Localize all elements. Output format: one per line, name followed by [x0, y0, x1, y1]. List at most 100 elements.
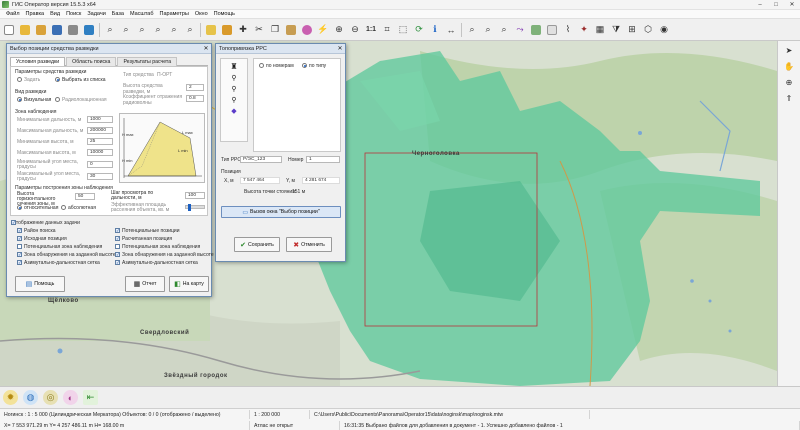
help-button[interactable]: ▤ Помощь: [15, 276, 65, 292]
new-object-icon[interactable]: [204, 23, 218, 37]
maximize-button[interactable]: □: [768, 0, 784, 10]
radio-absolute[interactable]: [61, 205, 66, 210]
minimize-button[interactable]: –: [752, 0, 768, 10]
rrs-y-field[interactable]: 4 281 674: [302, 177, 340, 184]
add-point-icon[interactable]: ✚: [236, 23, 250, 37]
cancel-button[interactable]: ✖ Отменить: [286, 237, 332, 252]
report-button[interactable]: ▦ Отчет: [125, 276, 165, 292]
position-icon[interactable]: ◎: [43, 390, 58, 405]
menu-edit[interactable]: Правка: [23, 11, 48, 17]
position-dialog-close-button[interactable]: ✕: [201, 45, 211, 52]
palette-tool-icon[interactable]: ◐: [63, 390, 78, 405]
tab-conditions[interactable]: Условия разведки: [10, 57, 66, 66]
rrs-number-field[interactable]: 1: [306, 156, 340, 163]
ruler-icon[interactable]: ⊞: [625, 23, 639, 37]
menu-database[interactable]: База: [109, 11, 127, 17]
chk-detection-zone-left[interactable]: ✓: [17, 252, 22, 257]
palette-icon[interactable]: [300, 23, 314, 37]
atlas-icon[interactable]: [545, 23, 559, 37]
rrs-symbol-list[interactable]: ♜ ⚲ ⚲ ⚲ ◆: [220, 58, 248, 142]
step-field[interactable]: 100: [185, 192, 205, 199]
zone-max-angle-field[interactable]: 30: [87, 173, 113, 180]
zoom-icon[interactable]: ⊕: [782, 76, 796, 89]
menu-view[interactable]: Вид: [47, 11, 63, 17]
filter-icon[interactable]: ⧩: [609, 23, 623, 37]
rrs-symbol-5-icon[interactable]: ◆: [231, 107, 236, 115]
print-icon[interactable]: [66, 23, 80, 37]
eff-slider[interactable]: [185, 204, 205, 211]
terrain-icon[interactable]: [529, 23, 543, 37]
rrs-symbol-4-icon[interactable]: ⚲: [231, 96, 236, 104]
chk-detection-zone-right[interactable]: ✓: [115, 252, 120, 257]
zone-max-range-field[interactable]: 200000: [87, 127, 113, 134]
save-button[interactable]: ✔ Сохранить: [234, 237, 280, 252]
camera-icon[interactable]: ◉: [657, 23, 671, 37]
zone-min-angle-field[interactable]: 0: [87, 161, 113, 168]
polygon-icon[interactable]: ⬡: [641, 23, 655, 37]
info-icon[interactable]: ℹ: [428, 23, 442, 37]
chk-potential-zone-right[interactable]: [115, 244, 120, 249]
radio-select-from-list[interactable]: [55, 77, 60, 82]
binoculars-object-icon[interactable]: ⌕: [183, 23, 197, 37]
radio-relative[interactable]: [17, 205, 22, 210]
menu-tasks[interactable]: Задачи: [84, 11, 108, 17]
zone-max-height-field[interactable]: 10000: [87, 149, 113, 156]
north-icon[interactable]: ⇑: [782, 92, 796, 105]
rrs-symbol-3-icon[interactable]: ⚲: [231, 85, 236, 93]
chk-calculated-position[interactable]: ✓: [115, 236, 120, 241]
binoculars-plus-icon[interactable]: ⌕: [119, 23, 133, 37]
open-map-icon[interactable]: [34, 23, 48, 37]
close-button[interactable]: ✕: [784, 0, 800, 10]
zoom-fit-icon[interactable]: ⌗: [380, 23, 394, 37]
paste-icon[interactable]: [284, 23, 298, 37]
coef-field[interactable]: 0.8: [186, 95, 204, 102]
new-document-icon[interactable]: [2, 23, 16, 37]
rrs-symbol-icon[interactable]: ♜: [230, 62, 237, 71]
select-region-icon[interactable]: ⬚: [396, 23, 410, 37]
rrs-x-field[interactable]: 7 547 464: [240, 177, 280, 184]
call-position-dialog-button[interactable]: ▭ Вызов окна "Выбор позиции": [221, 206, 341, 218]
zone-min-height-field[interactable]: 25: [87, 138, 113, 145]
search-coords-icon[interactable]: ⌕: [497, 23, 511, 37]
radio-radar[interactable]: [55, 97, 60, 102]
layers-icon[interactable]: [82, 23, 96, 37]
menu-file[interactable]: Файл: [3, 11, 23, 17]
build-height-field[interactable]: 50: [75, 193, 95, 200]
rrs-symbol-2-icon[interactable]: ⚲: [231, 74, 236, 82]
copy-icon[interactable]: ❐: [268, 23, 282, 37]
rrs-dialog-close-button[interactable]: ✕: [335, 45, 345, 52]
chk-potential-positions[interactable]: ✓: [115, 228, 120, 233]
menu-parameters[interactable]: Параметры: [157, 11, 192, 17]
table-icon[interactable]: ▦: [593, 23, 607, 37]
menu-help[interactable]: Помощь: [211, 11, 238, 17]
zone-min-range-field[interactable]: 1000: [87, 116, 113, 123]
open-folder-icon[interactable]: [18, 23, 32, 37]
menu-scale[interactable]: Масштаб: [127, 11, 157, 17]
chk-initial-position[interactable]: ✓: [17, 236, 22, 241]
tab-results[interactable]: Результаты расчета: [117, 57, 178, 66]
display-master-checkbox[interactable]: ✓: [11, 220, 16, 225]
edit-object-icon[interactable]: [220, 23, 234, 37]
chk-azimuth-grid-left[interactable]: ✓: [17, 260, 22, 265]
zoom-in-icon[interactable]: ⊕: [332, 23, 346, 37]
chk-potential-zone-left[interactable]: [17, 244, 22, 249]
globe-icon[interactable]: ◍: [23, 390, 38, 405]
wand-icon[interactable]: ✦: [577, 23, 591, 37]
binoculars-area-icon[interactable]: ⌕: [151, 23, 165, 37]
lightbulb-icon[interactable]: ✹: [3, 390, 18, 405]
hand-icon[interactable]: ✋: [782, 60, 796, 73]
scale-one-to-one-button[interactable]: 1:1: [364, 26, 378, 33]
binoculars-select-icon[interactable]: ⌕: [135, 23, 149, 37]
pointer-icon[interactable]: ➤: [782, 44, 796, 57]
route-icon[interactable]: ⤳: [513, 23, 527, 37]
chk-search-area[interactable]: ✓: [17, 228, 22, 233]
eff-slider-thumb[interactable]: [188, 204, 191, 211]
binoculars-icon[interactable]: ⌕: [103, 23, 117, 37]
exit-icon[interactable]: ⇤: [83, 390, 98, 405]
zoom-out-icon[interactable]: ⊖: [348, 23, 362, 37]
to-map-button[interactable]: ◧ На карту: [169, 276, 209, 292]
cut-icon[interactable]: ✂: [252, 23, 266, 37]
save-icon[interactable]: [50, 23, 64, 37]
menu-window[interactable]: Окно: [192, 11, 211, 17]
measure-icon[interactable]: ↔: [444, 23, 458, 37]
